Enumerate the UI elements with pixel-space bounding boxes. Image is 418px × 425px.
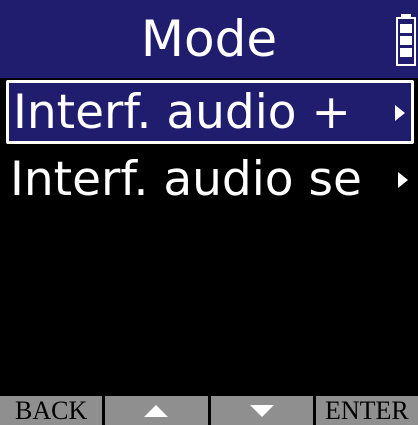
- chevron-right-icon: [395, 105, 405, 121]
- enter-button[interactable]: ENTER: [315, 396, 418, 425]
- back-button[interactable]: BACK: [0, 396, 103, 425]
- menu-item-interf-audio-plus[interactable]: Interf. audio +: [6, 80, 414, 144]
- device-screen: Mode Interf. audio + Interf. audio se BA…: [0, 0, 418, 425]
- page-title: Mode: [140, 10, 278, 68]
- up-button[interactable]: [105, 396, 208, 425]
- mode-menu: Interf. audio + Interf. audio se: [0, 80, 418, 214]
- up-arrow-icon: [144, 405, 169, 417]
- chevron-right-icon: [398, 172, 408, 188]
- menu-item-interf-audio-se[interactable]: Interf. audio se: [6, 150, 414, 214]
- menu-item-label: Interf. audio +: [13, 85, 351, 140]
- down-button[interactable]: [210, 396, 313, 425]
- battery-icon: [396, 14, 416, 66]
- title-bar: Mode: [0, 0, 418, 78]
- menu-item-label: Interf. audio se: [10, 152, 362, 207]
- softkey-bar: BACK ENTER: [0, 396, 418, 425]
- down-arrow-icon: [249, 405, 274, 417]
